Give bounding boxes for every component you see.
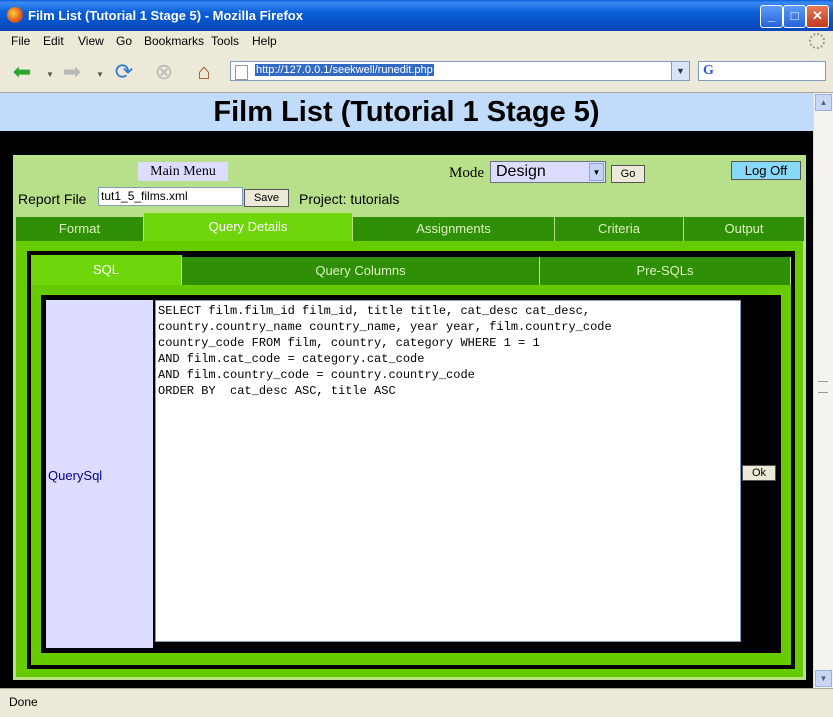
mode-select[interactable]: Design ▼ — [490, 161, 606, 183]
tab-format[interactable]: Format — [16, 217, 144, 241]
close-button[interactable]: ✕ — [806, 5, 829, 28]
back-icon[interactable]: ⬅ — [10, 60, 34, 84]
firefox-icon — [7, 7, 23, 23]
menu-go[interactable]: Go — [116, 34, 132, 48]
main-menu-button[interactable]: Main Menu — [138, 162, 228, 181]
minimize-button[interactable]: _ — [760, 5, 783, 28]
search-box[interactable]: G — [698, 61, 826, 81]
report-row: Report File tut1_5_films.xml Save Projec… — [13, 185, 806, 211]
address-bar[interactable]: http://127.0.0.1/seekwell/runedit.php ▼ — [230, 61, 690, 81]
page-icon — [235, 65, 248, 80]
menu-edit[interactable]: Edit — [43, 34, 64, 48]
mode-label: Mode — [449, 165, 484, 181]
query-frame: SQL Query Columns Pre-SQLs QuerySql SELE… — [27, 251, 795, 669]
forward-dropdown-icon[interactable]: ▼ — [96, 70, 104, 79]
project-label: Project: tutorials — [299, 191, 400, 207]
query-subtabs: SQL Query Columns Pre-SQLs — [31, 255, 791, 285]
tab-output[interactable]: Output — [684, 217, 805, 241]
menu-bookmarks[interactable]: Bookmarks — [144, 34, 204, 48]
throbber-icon — [809, 33, 825, 49]
tab-query-details[interactable]: Query Details — [144, 213, 353, 241]
address-url[interactable]: http://127.0.0.1/seekwell/runedit.php — [255, 64, 434, 76]
report-file-label: Report File — [18, 191, 87, 207]
edit-panel: Main Menu Mode Design ▼ Go Log Off Repor… — [13, 155, 806, 680]
reload-icon[interactable]: ⟳ — [112, 60, 136, 84]
home-icon[interactable]: ⌂ — [192, 60, 216, 84]
status-bar: Done — [0, 688, 833, 717]
sql-frame: QuerySql SELECT film.film_id film_id, ti… — [31, 285, 791, 665]
go-button[interactable]: Go — [611, 165, 645, 183]
logoff-button[interactable]: Log Off — [731, 161, 801, 180]
tab-assignments[interactable]: Assignments — [353, 217, 555, 241]
menu-help[interactable]: Help — [252, 34, 277, 48]
query-sql-label: QuerySql — [48, 468, 103, 483]
page-title: Film List (Tutorial 1 Stage 5) — [213, 96, 600, 128]
control-row: Main Menu Mode Design ▼ Go Log Off — [13, 155, 806, 185]
sql-table: QuerySql SELECT film.film_id film_id, ti… — [41, 295, 781, 653]
status-text: Done — [9, 695, 38, 709]
stop-icon[interactable]: ⊗ — [152, 60, 176, 84]
mode-select-value: Design — [496, 163, 546, 180]
page-content: Film List (Tutorial 1 Stage 5) Main Menu… — [0, 93, 813, 688]
ok-button[interactable]: Ok — [742, 465, 776, 481]
window-titlebar: Film List (Tutorial 1 Stage 5) - Mozilla… — [0, 0, 833, 31]
query-sql-label-cell: QuerySql — [46, 300, 153, 648]
address-dropdown-icon[interactable]: ▼ — [671, 62, 689, 80]
page-header: Film List (Tutorial 1 Stage 5) — [0, 93, 813, 131]
search-engine-icon[interactable]: G — [703, 63, 714, 79]
main-tabs: Format Query Details Assignments Criteri… — [13, 213, 806, 241]
sql-text: SELECT film.film_id film_id, title title… — [158, 304, 612, 398]
tab-criteria[interactable]: Criteria — [555, 217, 684, 241]
menu-file[interactable]: File — [11, 34, 30, 48]
save-button[interactable]: Save — [244, 189, 289, 207]
subtab-query-columns[interactable]: Query Columns — [182, 257, 540, 285]
vertical-scrollbar[interactable]: ▲ ▼ — [813, 93, 833, 688]
menu-tools[interactable]: Tools — [211, 34, 239, 48]
subtab-sql[interactable]: SQL — [31, 255, 182, 285]
forward-icon[interactable]: ➡ — [60, 60, 84, 84]
query-details-content: SQL Query Columns Pre-SQLs QuerySql SELE… — [16, 241, 803, 677]
chevron-down-icon[interactable]: ▼ — [589, 163, 604, 181]
navigation-toolbar: ⬅ ▼ ➡ ▼ ⟳ ⊗ ⌂ http://127.0.0.1/seekwell/… — [0, 52, 833, 93]
window-title: Film List (Tutorial 1 Stage 5) - Mozilla… — [28, 8, 303, 23]
maximize-button[interactable]: □ — [783, 5, 806, 28]
menu-bar: File Edit View Go Bookmarks Tools Help — [0, 31, 833, 51]
report-file-input[interactable]: tut1_5_films.xml — [98, 187, 243, 206]
menu-view[interactable]: View — [78, 34, 104, 48]
subtab-pre-sqls[interactable]: Pre-SQLs — [540, 257, 791, 285]
sql-textarea[interactable]: SELECT film.film_id film_id, title title… — [155, 300, 741, 642]
scroll-grip-icon[interactable] — [818, 381, 828, 393]
back-dropdown-icon[interactable]: ▼ — [46, 70, 54, 79]
scroll-down-icon[interactable]: ▼ — [815, 670, 832, 687]
scroll-up-icon[interactable]: ▲ — [815, 94, 832, 111]
